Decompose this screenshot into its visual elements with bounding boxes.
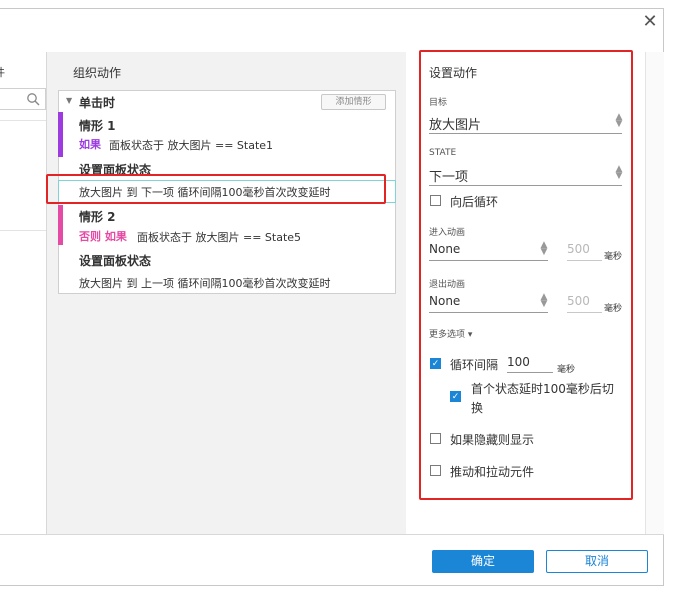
settings-title: 设置动作 [429,66,478,80]
state-underline [429,185,622,186]
divider [0,230,46,231]
updown-chevron-icon[interactable]: ▲ ▼ [614,165,624,181]
delay-label: 首个状态延时100毫秒后切换 [471,382,614,415]
ok-button[interactable]: 确定 [432,550,534,573]
target-underline [429,133,622,134]
state-select[interactable]: 下一项 [429,166,468,185]
enter-anim-underline [429,260,548,261]
show-if-hidden-checkbox[interactable] [430,433,441,444]
highlight-box [46,174,386,204]
case1-color-bar [58,112,63,157]
updown-chevron-icon[interactable]: ▲ ▼ [539,293,549,309]
case1-keyword: 如果 [79,138,101,151]
repeat-checkbox[interactable]: ✓ [430,358,441,369]
enter-duration-input[interactable]: 500 [567,242,590,256]
repeat-label: 循环间隔 [450,358,499,372]
case2-condition[interactable]: 面板状态于 放大图片 == State5 [137,229,301,245]
case2-keyword: 否则 如果 [79,230,127,243]
more-options-toggle[interactable]: 更多选项 ▾ [429,327,472,340]
cancel-button[interactable]: 取消 [546,550,648,573]
exit-anim-underline [429,312,548,313]
close-icon[interactable]: ✕ [640,12,660,32]
organize-title: 组织动作 [73,66,122,80]
show-if-hidden-label: 如果隐藏则显示 [450,433,535,447]
exit-duration-input[interactable]: 500 [567,294,590,308]
case2-color-bar [58,205,63,245]
add-case-button[interactable]: 添加情形 [321,94,386,110]
divider [0,120,46,121]
footer-divider [0,534,664,535]
case1-title[interactable]: 情形 1 [79,117,116,134]
repeat-ms-unit: 毫秒 [557,365,576,375]
exit-ms-unit: 毫秒 [604,304,623,314]
event-title: 单击时 [79,96,116,110]
case2-title[interactable]: 情形 2 [79,208,116,225]
enter-ms-unit: 毫秒 [604,252,623,262]
left-panel-label: 件 [0,64,5,80]
wrap-label: 向后循环 [450,195,499,209]
wrap-checkbox[interactable] [430,195,441,206]
exit-anim-label: 退出动画 [429,280,466,290]
state-label: STATE [429,148,457,158]
exit-anim-select[interactable]: None [429,294,460,308]
case2-action-detail[interactable]: 放大图片 到 上一项 循环间隔100毫秒首次改变延时 [79,275,330,291]
repeat-interval-input[interactable]: 100 [507,355,530,369]
search-icon[interactable] [26,92,40,106]
enter-anim-select[interactable]: None [429,242,460,256]
case2-action-title[interactable]: 设置面板状态 [79,252,151,269]
updown-chevron-icon[interactable]: ▲ ▼ [539,241,549,257]
push-widgets-label: 推动和拉动元件 [450,465,535,479]
scrollbar[interactable] [645,52,664,534]
enter-duration-underline [567,260,602,261]
exit-duration-underline [567,312,602,313]
enter-anim-label: 进入动画 [429,228,466,238]
left-panel: 件 [0,52,47,534]
collapse-triangle-icon[interactable]: ▼ [66,96,72,105]
repeat-underline [507,372,553,373]
case1-condition[interactable]: 面板状态于 放大图片 == State1 [109,137,273,153]
updown-chevron-icon[interactable]: ▲ ▼ [614,113,624,129]
push-widgets-checkbox[interactable] [430,465,441,476]
target-select[interactable]: 放大图片 [429,114,481,133]
target-label: 目标 [429,98,448,108]
delay-checkbox[interactable]: ✓ [450,391,461,402]
